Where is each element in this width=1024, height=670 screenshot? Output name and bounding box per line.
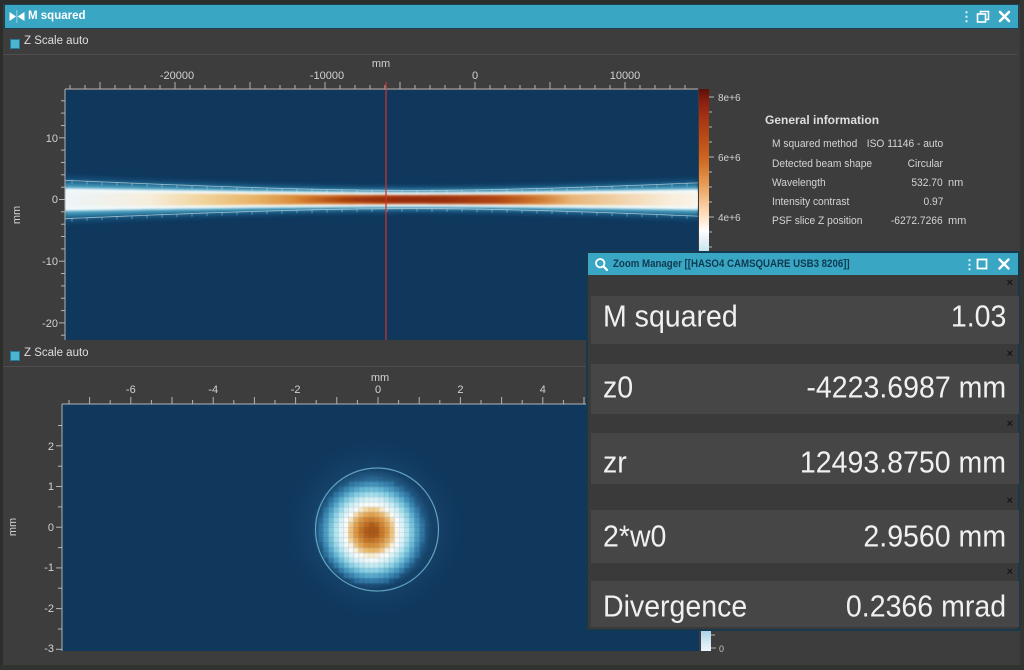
- svg-text:mm: mm: [11, 206, 23, 224]
- svg-text:-2: -2: [291, 384, 301, 396]
- svg-text:10000: 10000: [610, 70, 641, 82]
- svg-text:6e+6: 6e+6: [718, 153, 741, 164]
- svg-text:0: 0: [472, 70, 478, 82]
- svg-text:1: 1: [48, 481, 54, 493]
- svg-text:2: 2: [457, 384, 463, 396]
- svg-text:-3: -3: [44, 643, 54, 655]
- svg-text:0: 0: [52, 194, 58, 206]
- svg-text:-1: -1: [44, 562, 54, 574]
- svg-text:10: 10: [46, 133, 58, 145]
- svg-text:0: 0: [48, 522, 54, 534]
- svg-text:mm: mm: [372, 58, 390, 70]
- svg-text:-2: -2: [44, 603, 54, 615]
- svg-text:0: 0: [719, 644, 724, 654]
- svg-text:-4: -4: [208, 384, 218, 396]
- svg-text:0: 0: [375, 384, 381, 396]
- svg-text:4: 4: [540, 384, 546, 396]
- svg-text:mm: mm: [371, 372, 389, 384]
- svg-text:mm: mm: [7, 518, 19, 536]
- svg-text:8e+6: 8e+6: [718, 93, 741, 104]
- svg-text:-10000: -10000: [310, 70, 344, 82]
- svg-text:-10: -10: [42, 256, 58, 268]
- svg-text:4e+6: 4e+6: [718, 213, 741, 224]
- svg-text:-20: -20: [42, 318, 58, 330]
- svg-text:-20000: -20000: [160, 70, 194, 82]
- svg-text:2: 2: [48, 441, 54, 453]
- svg-text:-6: -6: [126, 384, 136, 396]
